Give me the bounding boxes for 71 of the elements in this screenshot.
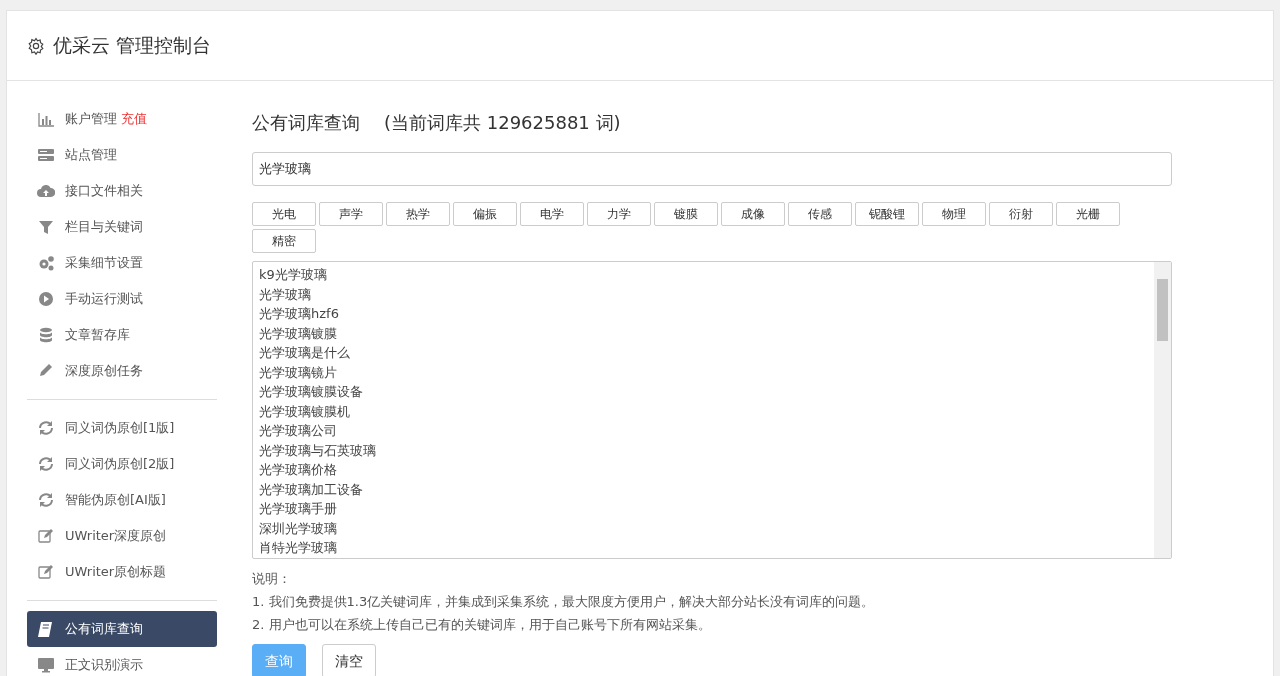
sidebar-item[interactable]: 站点管理 (27, 137, 217, 173)
edit-icon (37, 528, 55, 544)
server-icon (37, 147, 55, 163)
sidebar-item[interactable]: 正文识别演示 (27, 647, 217, 676)
sidebar-item[interactable]: 公有词库查询 (27, 611, 217, 647)
result-item[interactable]: 肖特光学玻璃 (259, 538, 337, 558)
sidebar-item[interactable]: 手动运行测试 (27, 281, 217, 317)
sidebar-item[interactable]: 接口文件相关 (27, 173, 217, 209)
result-item[interactable]: 光学玻璃与石英玻璃 (259, 440, 376, 460)
console-title: 优采云 管理控制台 (53, 33, 212, 59)
result-item[interactable]: 深圳光学玻璃 (259, 518, 337, 538)
result-list[interactable]: k9光学玻璃 光学玻璃 光学玻璃hzf6 光学玻璃镀膜 光学玻璃是什么 光学玻璃镜片 光学玻璃镀膜设备 光学玻璃镀膜机 光学玻璃公司 光学玻璃与石英玻璃 光学玻璃价格 光学玻璃加工设备 光学玻璃手册 深圳光学玻璃 肖特光学玻璃 (252, 261, 1172, 559)
gears-icon (37, 255, 55, 271)
result-item[interactable]: k9光学玻璃 (259, 265, 327, 285)
result-item[interactable]: 光学玻璃公司 (259, 421, 337, 441)
sidebar-item[interactable]: 智能伪原创[AI版] (27, 482, 217, 518)
sidebar-item[interactable]: UWriter原创标题 (27, 554, 217, 590)
sidebar-item[interactable]: 文章暂存库 (27, 317, 217, 353)
result-item[interactable]: 光学玻璃镜片 (259, 362, 337, 382)
search-field[interactable]: 光学玻璃 (252, 152, 1172, 186)
play-circle-icon (37, 291, 55, 307)
settings-icon (27, 36, 45, 55)
refresh-icon (37, 492, 55, 508)
result-item[interactable]: 光学玻璃手册 (259, 499, 337, 519)
refresh-icon (37, 420, 55, 436)
note-text: 2. 用户也可以在系统上传自己已有的关键词库，用于自己账号下所有网站采集。 (252, 616, 712, 634)
tag-button[interactable]: 热学 (386, 202, 450, 226)
sidebar-item[interactable]: 同义词伪原创[1版] (27, 410, 217, 446)
result-item[interactable]: 光学玻璃hzf6 (259, 304, 339, 324)
tag-button[interactable]: 镀膜 (654, 202, 718, 226)
result-item[interactable]: 光学玻璃镀膜 (259, 323, 337, 343)
tag-button[interactable]: 力学 (587, 202, 651, 226)
page-title: 公有词库查询 (252, 111, 360, 135)
result-item[interactable]: 光学玻璃是什么 (259, 343, 350, 363)
bar-chart-icon (37, 111, 55, 127)
sidebar-item[interactable]: 深度原创任务 (27, 353, 217, 389)
notes-title: 说明： (252, 570, 292, 588)
book-icon (37, 621, 55, 637)
tag-button[interactable]: 光栅 (1056, 202, 1120, 226)
tag-button[interactable]: 偏振 (453, 202, 517, 226)
tag-button[interactable]: 铌酸锂 (855, 202, 919, 226)
monitor-icon (37, 657, 55, 673)
clear-button[interactable]: 清空 (322, 644, 376, 676)
tag-button[interactable]: 声学 (319, 202, 383, 226)
tag-button[interactable]: 成像 (721, 202, 785, 226)
result-item[interactable]: 光学玻璃加工设备 (259, 479, 363, 499)
tag-button[interactable]: 物理 (922, 202, 986, 226)
result-item[interactable]: 光学玻璃价格 (259, 460, 337, 480)
recharge-link[interactable]: 充值 (121, 109, 147, 129)
tag-button[interactable]: 精密 (252, 229, 316, 253)
tag-button[interactable]: 电学 (520, 202, 584, 226)
sidebar-item[interactable]: 同义词伪原创[2版] (27, 446, 217, 482)
tag-button[interactable]: 衍射 (989, 202, 1053, 226)
sidebar-item[interactable]: 采集细节设置 (27, 245, 217, 281)
refresh-icon (37, 456, 55, 472)
sidebar-item[interactable]: 栏目与关键词 (27, 209, 217, 245)
filter-icon (37, 219, 55, 235)
result-item[interactable]: 光学玻璃镀膜机 (259, 401, 350, 421)
cloud-upload-icon (37, 183, 55, 199)
pencil-icon (37, 363, 55, 379)
word-count: (当前词库共 129625881 词) (384, 111, 621, 135)
scrollbar[interactable] (1154, 262, 1171, 558)
edit-icon (37, 564, 55, 580)
result-item[interactable]: 光学玻璃镀膜设备 (259, 382, 363, 402)
sidebar-item[interactable]: UWriter深度原创 (27, 518, 217, 554)
result-item[interactable]: 光学玻璃 (259, 284, 311, 304)
note-text: 1. 我们免费提供1.3亿关键词库，并集成到采集系统，最大限度方便用户，解决大部分站长没有词库的问题。 (252, 593, 876, 611)
tag-button[interactable]: 光电 (252, 202, 316, 226)
sidebar-label[interactable]: 账户管理 (65, 109, 117, 129)
database-icon (37, 327, 55, 343)
tag-button[interactable]: 传感 (788, 202, 852, 226)
